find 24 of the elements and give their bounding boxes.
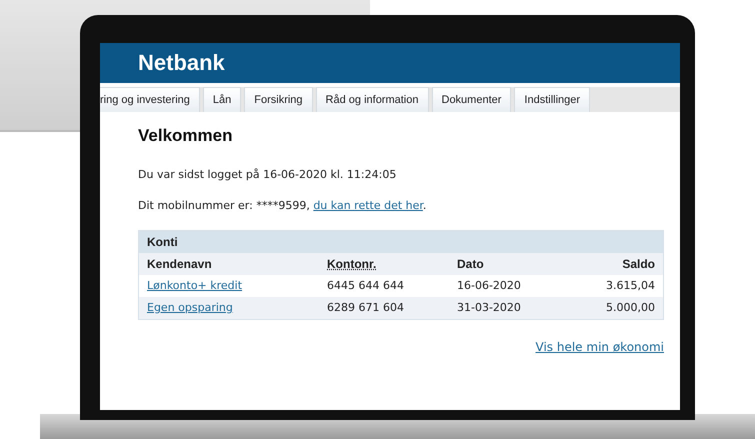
mobile-number-text: Dit mobilnummer er: ****9599, du kan rette det her. xyxy=(138,199,428,212)
column-header: Kendenavn xyxy=(146,256,213,273)
table-cell-text: 31-03-2020 xyxy=(456,300,522,316)
nav-tab[interactable]: ring og investering xyxy=(100,87,200,112)
column-header: Saldo xyxy=(621,256,656,273)
last-login-text: Du var sidst logget på 16-06-2020 kl. 11:24:05 xyxy=(138,168,398,181)
column-header: Kontonr. xyxy=(326,256,378,273)
edit-number-link[interactable]: du kan rette det her xyxy=(313,199,423,212)
nav-tab[interactable]: Råd og information xyxy=(316,87,428,112)
table-cell: 16-06-2020 xyxy=(449,275,559,297)
nav-tab[interactable]: Dokumenter xyxy=(432,87,512,112)
table-cell-text: 6289 671 604 xyxy=(326,300,405,316)
column-header: Dato xyxy=(456,256,485,273)
table-title: Konti xyxy=(139,231,663,253)
table-cell-text: 5.000,00 xyxy=(605,300,656,316)
table-cell: 3.615,04 xyxy=(559,275,663,297)
nav-tab[interactable]: Forsikring xyxy=(244,87,313,112)
app-title: Netbank xyxy=(138,50,225,76)
nav-tab[interactable]: Lån xyxy=(202,87,242,112)
account-link[interactable]: Egen opsparing xyxy=(147,301,233,314)
welcome-heading: Velkommen xyxy=(138,126,234,146)
overview-link[interactable]: Vis hele min økonomi xyxy=(536,340,664,354)
nav-tab[interactable]: Indstillinger xyxy=(514,87,590,112)
table-cell: 6445 644 644 xyxy=(319,275,449,297)
